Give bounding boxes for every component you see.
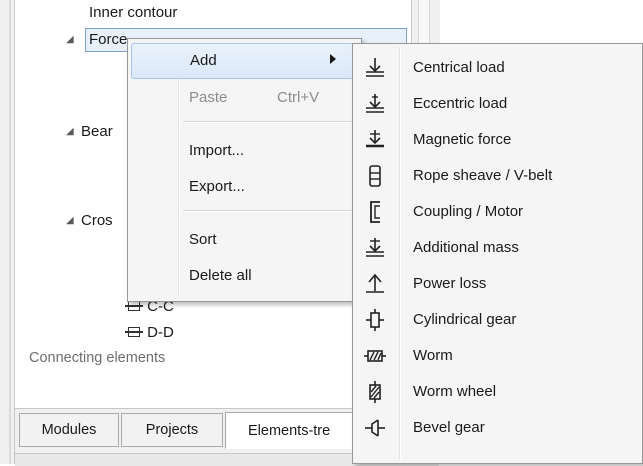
rope-sheave-icon [369, 165, 381, 187]
worm-icon [364, 350, 386, 362]
submenu-item-magnetic-force[interactable]: Magnetic force [356, 122, 640, 158]
additional-mass-icon [366, 238, 384, 257]
submenu-item-rope-sheave[interactable]: Rope sheave / V-belt [356, 158, 640, 194]
submenu-item-label: Power loss [413, 275, 487, 292]
submenu-item-label: Bevel gear [413, 419, 485, 436]
submenu-item-label: Eccentric load [413, 95, 508, 112]
cylindrical-gear-icon [366, 309, 384, 331]
tree-node-force[interactable]: Force [89, 31, 127, 48]
submenu-item-label: Cylindrical gear [413, 311, 517, 328]
menu-item-export[interactable]: Export... [131, 170, 358, 206]
menu-item-label: Paste [189, 89, 228, 106]
menu-item-label: Add [190, 52, 217, 69]
menu-item-shortcut: Ctrl+V [277, 89, 320, 106]
submenu-item-label: Magnetic force [413, 131, 512, 148]
menu-item-add[interactable]: Add [131, 43, 358, 79]
submenu-item-cylindrical-gear[interactable]: Cylindrical gear [356, 302, 640, 338]
tab-elements-tree[interactable]: Elements-tre [225, 412, 361, 449]
tree-node-cross-sections[interactable]: Cros [81, 212, 113, 229]
worm-wheel-icon [369, 381, 381, 403]
tree-node-label: Cros [81, 212, 113, 229]
magnetic-force-icon [366, 130, 384, 148]
collapse-triangle-icon[interactable]: ◢ [66, 34, 74, 45]
tab-projects[interactable]: Projects [121, 413, 223, 447]
submenu-item-additional-mass[interactable]: Additional mass [356, 230, 640, 266]
collapse-triangle-icon[interactable]: ◢ [66, 215, 74, 226]
submenu-item-coupling-motor[interactable]: Coupling / Motor [356, 194, 640, 230]
tab-modules[interactable]: Modules [19, 413, 119, 447]
submenu-item-power-loss[interactable]: Power loss [356, 266, 640, 302]
tree-node-section-d-d[interactable]: D-D [125, 324, 174, 341]
submenu-item-label: Worm wheel [413, 383, 497, 400]
submenu-item-label: Coupling / Motor [413, 203, 524, 220]
submenu-item-label: Rope sheave / V-belt [413, 167, 553, 184]
collapse-triangle-icon[interactable]: ◢ [66, 126, 74, 137]
tree-node-label: D-D [147, 324, 174, 341]
menu-item-paste[interactable]: Paste Ctrl+V [131, 81, 358, 117]
menu-item-label: Delete all [189, 267, 252, 284]
submenu-item-eccentric-load[interactable]: Eccentric load [356, 86, 640, 122]
left-frame-border [0, 0, 15, 464]
menu-item-label: Sort [189, 231, 217, 248]
menu-item-delete-all[interactable]: Delete all [131, 259, 358, 295]
submenu-item-worm[interactable]: Worm [356, 338, 640, 374]
submenu-item-label: Worm [413, 347, 453, 364]
tab-label: Elements-tre [248, 422, 331, 439]
submenu-item-label: Centrical load [413, 59, 505, 76]
tab-label: Modules [41, 422, 97, 438]
add-submenu: Centrical load Eccentric load Magnetic f… [352, 43, 643, 464]
submenu-arrow-icon [330, 54, 336, 64]
context-menu: Add Paste Ctrl+V Import... Export... Sor… [127, 38, 362, 302]
tree-node-inner-contour[interactable]: Inner contour [89, 4, 177, 21]
coupling-motor-icon [370, 201, 380, 223]
menu-item-import[interactable]: Import... [131, 134, 358, 170]
submenu-item-label: Additional mass [413, 239, 519, 256]
bevel-gear-icon [365, 419, 385, 437]
tree-node-label: Force [89, 31, 128, 48]
tree-node-label: Inner contour [89, 4, 178, 21]
menu-separator [183, 210, 355, 212]
tree-node-label: Bear [81, 123, 113, 140]
submenu-item-bevel-gear[interactable]: Bevel gear [356, 410, 640, 446]
menu-item-label: Import... [189, 142, 245, 159]
menu-item-label: Export... [189, 178, 245, 195]
submenu-item-worm-wheel[interactable]: Worm wheel [356, 374, 640, 410]
centrical-load-icon [366, 58, 384, 77]
menu-item-sort[interactable]: Sort [131, 223, 358, 259]
power-loss-icon [366, 273, 384, 293]
tab-label: Projects [145, 422, 199, 438]
tree-node-bearings[interactable]: Bear [81, 123, 113, 140]
eccentric-load-icon [366, 94, 384, 113]
cross-section-icon [125, 325, 143, 339]
tree-node-label: Connecting elements [29, 350, 166, 366]
submenu-item-centrical-load[interactable]: Centrical load [356, 50, 640, 86]
menu-separator [183, 121, 355, 123]
tree-node-connecting-elements[interactable]: Connecting elements [29, 350, 165, 366]
